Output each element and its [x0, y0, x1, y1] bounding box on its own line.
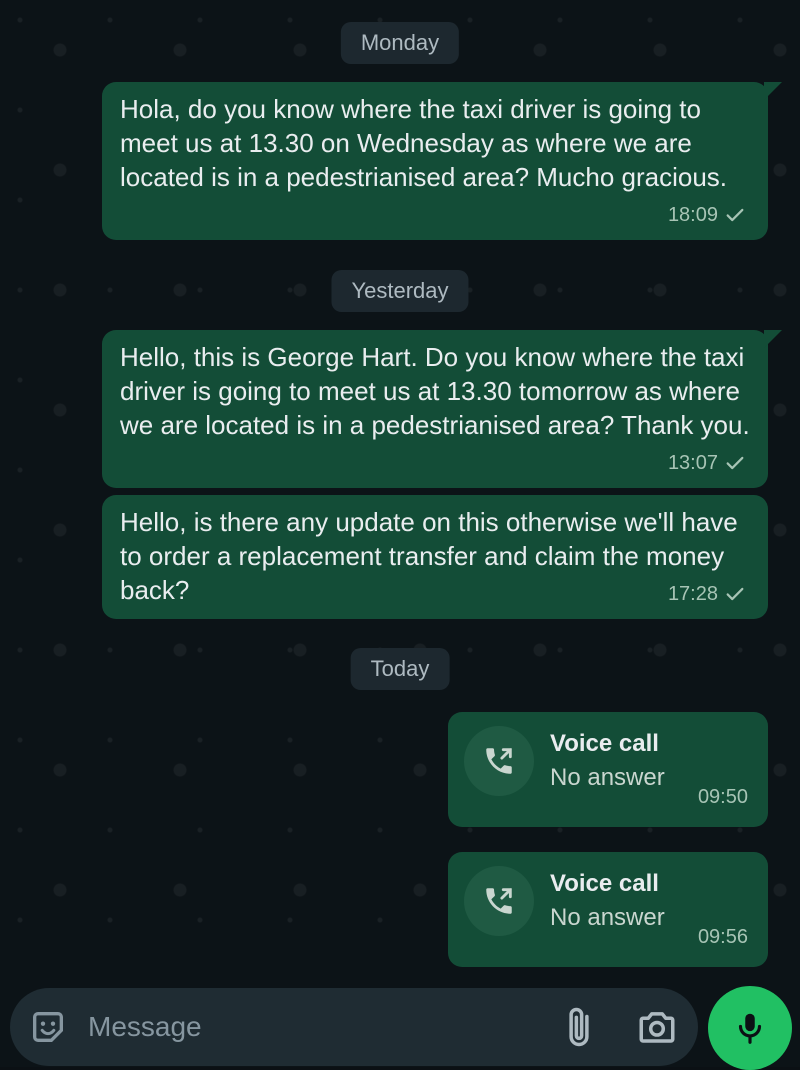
message-composer[interactable]: Message: [10, 988, 698, 1066]
voice-call-bubble[interactable]: Voice call No answer 09:50: [448, 712, 768, 827]
phone-arrow-icon: [486, 748, 512, 774]
call-status: No answer: [550, 904, 665, 931]
voice-message-button[interactable]: [708, 986, 792, 1070]
check-icon: [726, 456, 744, 470]
paperclip-icon[interactable]: [558, 1006, 600, 1048]
message-text: Hello, this is George Hart. Do you know …: [120, 342, 752, 440]
date-separator-today: Today: [350, 648, 450, 690]
message-bubble[interactable]: Hello, this is George Hart. Do you know …: [102, 330, 782, 488]
date-separator-monday: Monday: [340, 22, 460, 64]
call-time: 09:56: [697, 926, 748, 948]
phone-arrow-icon: [486, 888, 512, 914]
message-input[interactable]: Message: [88, 1011, 202, 1043]
outgoing-call-icon: [464, 726, 534, 796]
message-text: Hola, do you know where the taxi driver …: [120, 94, 728, 192]
message-meta: 18:09: [668, 198, 746, 232]
outgoing-call-icon: [464, 866, 534, 936]
message-time: 18:09: [667, 204, 718, 226]
message-time: 13:07: [667, 452, 718, 474]
call-title: Voice call: [550, 870, 659, 897]
check-icon: [726, 587, 744, 601]
message-text: Hello, is there any update on this other…: [120, 507, 745, 605]
sticker-icon[interactable]: [28, 1007, 68, 1047]
microphone-icon: [738, 1013, 762, 1044]
date-separator-yesterday: Yesterday: [331, 270, 469, 312]
message-bubble[interactable]: Hola, do you know where the taxi driver …: [102, 82, 782, 240]
camera-icon[interactable]: [636, 1006, 678, 1048]
call-time: 09:50: [697, 786, 748, 808]
message-bubble[interactable]: Hello, is there any update on this other…: [102, 495, 768, 619]
message-meta: 17:28: [668, 577, 746, 611]
check-icon: [726, 208, 744, 222]
call-title: Voice call: [550, 730, 659, 757]
message-meta: 13:07: [668, 446, 746, 480]
voice-call-bubble[interactable]: Voice call No answer 09:56: [448, 852, 768, 967]
message-time: 17:28: [667, 583, 718, 605]
call-status: No answer: [550, 764, 665, 791]
